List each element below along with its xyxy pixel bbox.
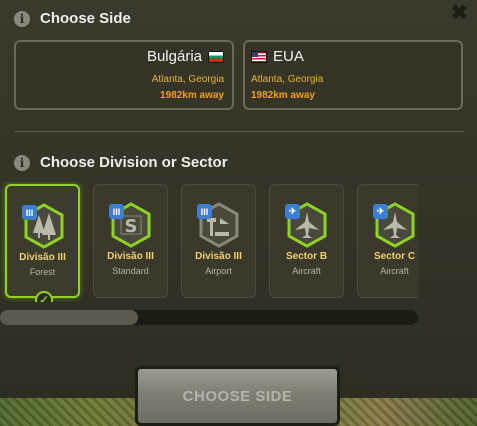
- division-badge: III: [109, 204, 124, 219]
- tile-subtitle: Standard: [112, 266, 149, 276]
- side-card-bulgaria[interactable]: Bulgária Atlanta, Georgia 1982km away: [14, 40, 234, 110]
- flag-bulgaria-icon: [208, 50, 224, 63]
- scrollbar-thumb[interactable]: [0, 310, 138, 325]
- divider: [14, 131, 464, 132]
- flag-usa-icon: [251, 50, 267, 63]
- side-name: EUA: [273, 48, 304, 65]
- sector-badge: ✈: [373, 204, 388, 219]
- choose-side-button[interactable]: CHOOSE SIDE: [135, 366, 340, 426]
- tile-title: Divisão III: [195, 251, 242, 262]
- sector-badge: ✈: [285, 204, 300, 219]
- sector-tile-c[interactable]: ✈ Sector C Aircraft: [357, 184, 418, 298]
- tile-subtitle: Aircraft: [380, 266, 409, 276]
- side-name-row: Bulgária: [16, 48, 224, 65]
- tile-title: Divisão III: [107, 251, 154, 262]
- tile-subtitle: Aircraft: [292, 266, 321, 276]
- division-tile-standard[interactable]: S III Divisão III Standard: [93, 184, 168, 298]
- section-title-division: Choose Division or Sector: [40, 154, 228, 171]
- division-badge: III: [22, 205, 37, 220]
- svg-text:S: S: [125, 216, 138, 237]
- choose-side-dialog: ✖ i Choose Side Bulgária Atlanta, Georgi…: [0, 0, 477, 426]
- info-icon[interactable]: i: [14, 154, 30, 171]
- carousel-scrollbar[interactable]: [0, 310, 418, 325]
- side-distance: 1982km away: [160, 90, 224, 101]
- division-tile-forest[interactable]: III Divisão III Forest ✓: [5, 184, 80, 302]
- info-icon[interactable]: i: [14, 10, 30, 27]
- choose-division-header: i Choose Division or Sector: [14, 154, 228, 171]
- side-distance: 1982km away: [251, 90, 315, 101]
- division-badge: III: [197, 204, 212, 219]
- section-title-side: Choose Side: [40, 10, 131, 27]
- side-name: Bulgária: [146, 48, 202, 65]
- side-location: Atlanta, Georgia: [151, 74, 224, 85]
- division-carousel[interactable]: III Divisão III Forest ✓ S III Divisão I…: [0, 182, 418, 302]
- tile-subtitle: Airport: [205, 266, 232, 276]
- tile-title: Divisão III: [19, 252, 66, 263]
- division-tile-airport[interactable]: III Divisão III Airport: [181, 184, 256, 298]
- tile-title: Sector B: [285, 251, 328, 262]
- side-location: Atlanta, Georgia: [251, 74, 324, 85]
- sector-tile-b[interactable]: ✈ Sector B Aircraft: [269, 184, 344, 298]
- choose-side-header: i Choose Side: [14, 10, 131, 27]
- close-icon[interactable]: ✖: [451, 3, 468, 23]
- side-card-usa[interactable]: EUA Atlanta, Georgia 1982km away: [243, 40, 463, 110]
- tile-title: Sector C: [373, 251, 416, 262]
- check-icon: ✓: [35, 291, 53, 302]
- tile-subtitle: Forest: [29, 267, 56, 277]
- side-name-row: EUA: [251, 48, 461, 65]
